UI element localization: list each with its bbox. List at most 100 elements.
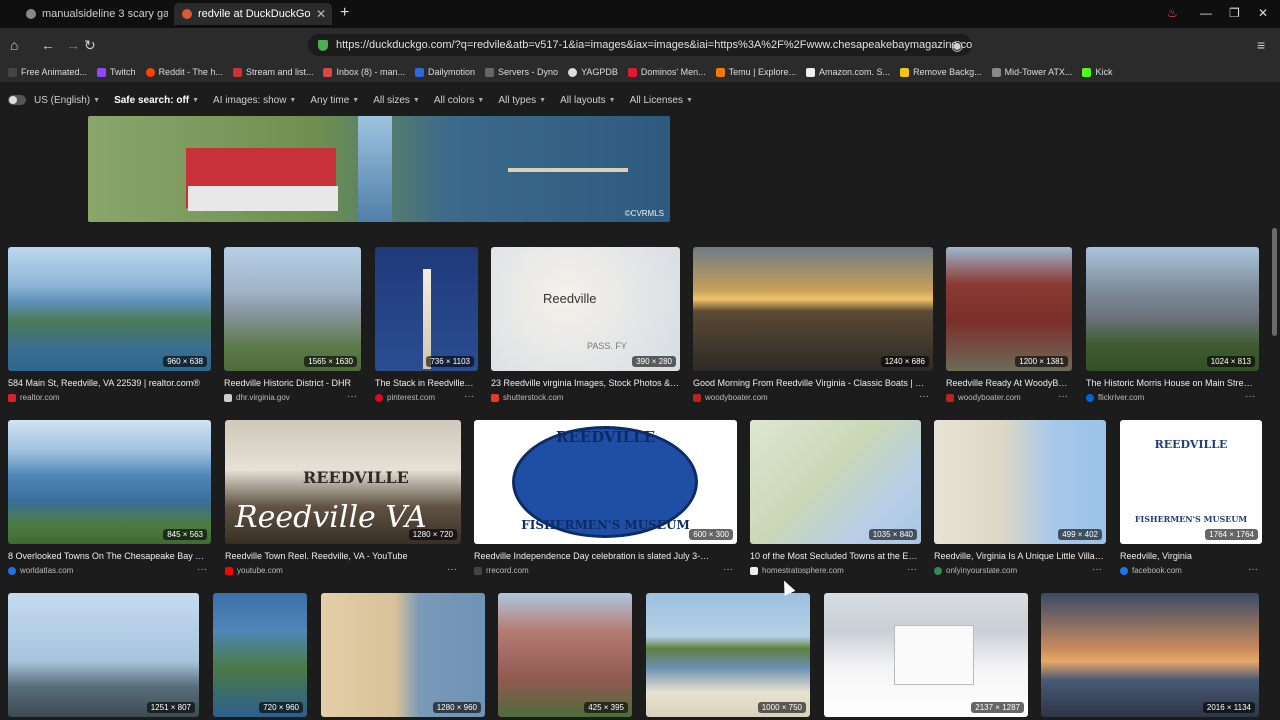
result-source[interactable]: flickriver.com bbox=[1086, 393, 1144, 402]
more-options-icon[interactable]: ··· bbox=[1248, 564, 1258, 575]
result-source[interactable]: facebook.com bbox=[1120, 566, 1182, 575]
scrollbar-thumb[interactable] bbox=[1272, 228, 1277, 336]
size-filter[interactable]: All sizes ▼ bbox=[373, 95, 420, 106]
image-result[interactable]: 1035 × 840 10 of the Most Secluded Towns… bbox=[750, 420, 921, 580]
region-toggle[interactable] bbox=[8, 95, 26, 105]
region-filter[interactable]: US (English) ▼ bbox=[34, 95, 100, 106]
result-title[interactable]: Reedville Town Reel. Reedville, VA - You… bbox=[225, 551, 459, 561]
result-title[interactable]: Reedville Independence Day celebration i… bbox=[474, 551, 714, 561]
result-title[interactable]: The Historic Morris House on Main Street… bbox=[1086, 378, 1256, 388]
result-source[interactable]: dhr.virginia.gov bbox=[224, 393, 290, 402]
image-result[interactable]: 720 × 960 bbox=[213, 593, 307, 717]
result-title[interactable]: The Stack in Reedville, V... bbox=[375, 378, 475, 388]
result-source[interactable]: woodyboater.com bbox=[946, 393, 1021, 402]
bookmark-item[interactable]: Amazon.com. S... bbox=[806, 67, 890, 77]
result-title[interactable]: 10 of the Most Secluded Towns at the End… bbox=[750, 551, 919, 561]
bookmark-item[interactable]: Reddit - The h... bbox=[145, 67, 223, 77]
more-options-icon[interactable]: ··· bbox=[1092, 564, 1102, 575]
home-icon[interactable]: ⌂ bbox=[10, 37, 18, 53]
extension-icon[interactable]: ◉ bbox=[951, 37, 963, 54]
more-options-icon[interactable]: ··· bbox=[723, 564, 733, 575]
address-bar[interactable]: https://duckduckgo.com/?q=redvile&atb=v5… bbox=[308, 34, 972, 56]
more-options-icon[interactable]: ··· bbox=[197, 564, 207, 575]
image-result[interactable]: REEDVILLE FISHERMEN'S MUSEUM 1764 × 1764… bbox=[1120, 420, 1262, 580]
close-icon[interactable]: ✕ bbox=[316, 7, 326, 21]
result-title[interactable]: 8 Overlooked Towns On The Chesapeake Bay… bbox=[8, 551, 208, 561]
result-source[interactable]: realtor.com bbox=[8, 393, 60, 402]
more-options-icon[interactable]: ··· bbox=[1245, 391, 1255, 402]
result-title[interactable]: 23 Reedville virginia Images, Stock Phot… bbox=[491, 378, 680, 388]
bookmark-item[interactable]: Mid-Tower ATX... bbox=[991, 67, 1072, 77]
more-options-icon[interactable]: ··· bbox=[447, 564, 457, 575]
result-source[interactable]: rrecord.com bbox=[474, 566, 529, 575]
bookmark-item[interactable]: Temu | Explore... bbox=[715, 67, 796, 77]
preview-image[interactable]: ©CVRMLS bbox=[88, 116, 670, 222]
minimize-icon[interactable]: — bbox=[1200, 6, 1212, 20]
image-result[interactable]: 845 × 563 8 Overlooked Towns On The Ches… bbox=[8, 420, 211, 580]
image-result[interactable]: 2016 × 1134 bbox=[1041, 593, 1259, 717]
more-options-icon[interactable]: ··· bbox=[464, 391, 474, 402]
more-options-icon[interactable]: ··· bbox=[919, 391, 929, 402]
result-source[interactable]: shutterstock.com bbox=[491, 393, 563, 402]
time-filter[interactable]: Any time ▼ bbox=[310, 95, 359, 106]
bookmark-item[interactable]: Stream and list... bbox=[232, 67, 313, 77]
result-title[interactable]: Reedville Historic District - DHR bbox=[224, 378, 358, 388]
image-result[interactable]: 1280 × 960 bbox=[321, 593, 485, 717]
bookmark-item[interactable]: YAGPDB bbox=[568, 67, 618, 77]
result-title[interactable]: Good Morning From Reedville Virginia - C… bbox=[693, 378, 931, 388]
image-result[interactable]: 2137 × 1287 bbox=[824, 593, 1028, 717]
flame-icon[interactable]: ♨ bbox=[1167, 6, 1178, 20]
result-source[interactable]: pinterest.com bbox=[375, 393, 435, 402]
image-result[interactable]: 960 × 638 584 Main St, Reedville, VA 225… bbox=[8, 247, 211, 407]
bookmark-item[interactable]: Kick bbox=[1082, 67, 1112, 77]
bookmark-item[interactable]: Inbox (8) - man... bbox=[323, 67, 405, 77]
bookmark-item[interactable]: Servers - Dyno bbox=[485, 67, 558, 77]
bookmark-item[interactable]: Dominos' Men... bbox=[627, 67, 706, 77]
bookmark-item[interactable]: Remove Backg... bbox=[900, 67, 982, 77]
bookmark-item[interactable]: Twitch bbox=[97, 67, 136, 77]
more-options-icon[interactable]: ··· bbox=[347, 391, 357, 402]
image-result[interactable]: REEDVILLE FISHERMEN'S MUSEUM 600 × 300 R… bbox=[474, 420, 737, 580]
maximize-icon[interactable]: ❐ bbox=[1229, 6, 1240, 20]
tab-manualsideline[interactable]: manualsideline 3 scary game Pla... bbox=[18, 3, 168, 25]
safe-search-filter[interactable]: Safe search: off ▼ bbox=[114, 95, 199, 106]
forward-icon[interactable]: → bbox=[66, 37, 80, 53]
result-title[interactable]: Reedville Ready At WoodyBoa... bbox=[946, 378, 1070, 388]
result-title[interactable]: 584 Main St, Reedville, VA 22539 | realt… bbox=[8, 378, 208, 388]
back-icon[interactable]: ← bbox=[41, 37, 55, 53]
image-result[interactable]: 1024 × 813 The Historic Morris House on … bbox=[1086, 247, 1259, 407]
result-source[interactable]: woodyboater.com bbox=[693, 393, 768, 402]
reload-icon[interactable]: ↻ bbox=[84, 37, 96, 54]
more-options-icon[interactable]: ··· bbox=[1058, 391, 1068, 402]
color-filter[interactable]: All colors ▼ bbox=[434, 95, 485, 106]
bookmark-item[interactable]: Dailymotion bbox=[415, 67, 475, 77]
image-result[interactable]: 425 × 395 bbox=[498, 593, 632, 717]
image-result[interactable]: 499 × 402 Reedville, Virginia Is A Uniqu… bbox=[934, 420, 1106, 580]
license-filter[interactable]: All Licenses ▼ bbox=[630, 95, 693, 106]
image-result[interactable]: 1200 × 1381 Reedville Ready At WoodyBoa.… bbox=[946, 247, 1072, 407]
image-result[interactable]: 736 × 1103 The Stack in Reedville, V... … bbox=[375, 247, 478, 407]
image-result[interactable]: REEDVILLE Reedville VA 1280 × 720 Reedvi… bbox=[225, 420, 461, 580]
ai-images-filter[interactable]: AI images: show ▼ bbox=[213, 95, 296, 106]
tab-duckduckgo[interactable]: redvile at DuckDuckGo ✕ bbox=[174, 3, 332, 25]
close-window-icon[interactable]: ✕ bbox=[1258, 6, 1268, 20]
bookmark-item[interactable]: Free Animated... bbox=[8, 67, 87, 77]
image-result[interactable]: 1240 × 686 Good Morning From Reedville V… bbox=[693, 247, 933, 407]
result-title[interactable]: Reedville, Virginia bbox=[1120, 551, 1260, 561]
result-source[interactable]: worldatlas.com bbox=[8, 566, 73, 575]
image-result[interactable]: 1000 × 750 bbox=[646, 593, 810, 717]
menu-icon[interactable]: ≡ bbox=[1257, 37, 1265, 53]
image-result[interactable]: Reedville PASS. FY 390 × 280 23 Reedvill… bbox=[491, 247, 680, 407]
image-result[interactable]: 1251 × 807 bbox=[8, 593, 199, 717]
result-source[interactable]: homestratosphere.com bbox=[750, 566, 844, 575]
result-source[interactable]: youtube.com bbox=[225, 566, 283, 575]
result-source[interactable]: onlyinyourstate.com bbox=[934, 566, 1017, 575]
scrollbar[interactable] bbox=[1272, 84, 1278, 720]
watermark: ©CVRMLS bbox=[624, 209, 664, 218]
more-options-icon[interactable]: ··· bbox=[907, 564, 917, 575]
result-title[interactable]: Reedville, Virginia Is A Unique Little V… bbox=[934, 551, 1104, 561]
new-tab-icon[interactable]: + bbox=[340, 4, 349, 22]
type-filter[interactable]: All types ▼ bbox=[498, 95, 546, 106]
image-result[interactable]: 1565 × 1630 Reedville Historic District … bbox=[224, 247, 361, 407]
layout-filter[interactable]: All layouts ▼ bbox=[560, 95, 616, 106]
